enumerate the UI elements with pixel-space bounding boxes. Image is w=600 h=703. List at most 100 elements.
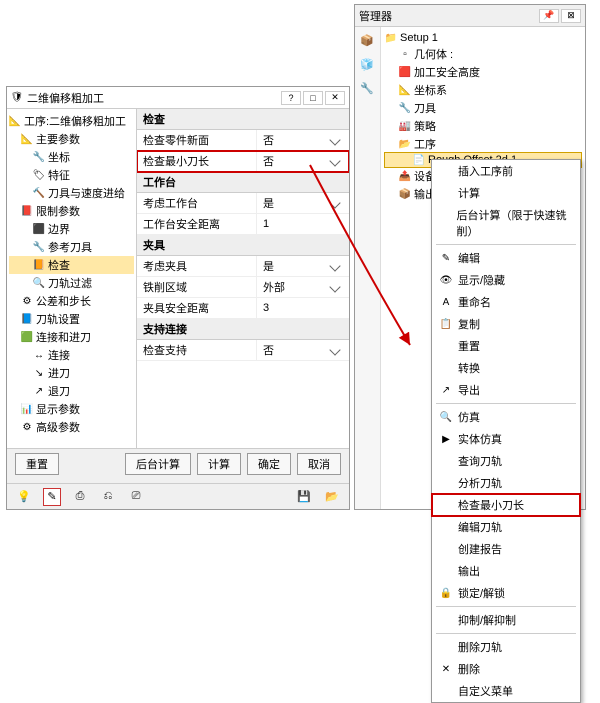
prop-value[interactable]: 外部 [257, 277, 349, 297]
menu-item[interactable]: 删除刀轨 [432, 636, 580, 658]
prop-row[interactable]: 考虑夹具是 [137, 256, 349, 277]
tool-icon-3[interactable]: ⎚ [127, 488, 145, 506]
tree-item[interactable]: 📕限制参数 [9, 202, 134, 220]
menu-item[interactable]: 检查最小刀长 [432, 494, 580, 516]
tree-item[interactable]: ↗退刀 [9, 382, 134, 400]
menu-item[interactable]: 👁显示/隐藏 [432, 269, 580, 291]
menu-item[interactable]: 转换 [432, 357, 580, 379]
chevron-down-icon[interactable] [329, 155, 340, 166]
chevron-down-icon[interactable] [329, 344, 340, 355]
menu-item[interactable]: 重置 [432, 335, 580, 357]
menu-item[interactable]: 分析刀轨 [432, 472, 580, 494]
menu-item[interactable]: 输出 [432, 560, 580, 582]
vtb-icon-3[interactable]: 🔧 [358, 79, 376, 97]
menu-item[interactable]: 查询刀轨 [432, 450, 580, 472]
min-button[interactable]: □ [303, 91, 323, 105]
mgr-tree-item[interactable]: 🏭策略 [385, 117, 581, 135]
menu-item[interactable]: ✕删除 [432, 658, 580, 680]
prop-row[interactable]: 铁削区域外部 [137, 277, 349, 298]
bulb-icon[interactable]: 💡 [15, 488, 33, 506]
menu-item[interactable]: ↗导出 [432, 379, 580, 401]
cancel-button[interactable]: 取消 [297, 453, 341, 475]
menu-item-label: 显示/隐藏 [458, 272, 505, 288]
prop-row[interactable]: 检查最小刀长否 [137, 151, 349, 172]
tree-item[interactable]: ↔连接 [9, 346, 134, 364]
tree-item[interactable]: 🔧坐标 [9, 148, 134, 166]
tree-item[interactable]: 📐主要参数 [9, 130, 134, 148]
menu-item[interactable]: 🔒锁定/解锁 [432, 582, 580, 604]
reset-button[interactable]: 重置 [15, 453, 59, 475]
prop-row[interactable]: 考虑工作台是 [137, 193, 349, 214]
manager-tree[interactable]: 📁Setup 1▫几何体 :🟥加工安全高度📐坐标系🔧刀具🏭策略📂工序📄Rough… [381, 27, 585, 509]
menu-item-label: 转换 [458, 360, 480, 376]
tree-item[interactable]: 🏷特征 [9, 166, 134, 184]
edit-icon[interactable]: ✎ [43, 488, 61, 506]
menu-item-label: 计算 [458, 185, 480, 201]
mgr-tree-item[interactable]: 🟥加工安全高度 [385, 63, 581, 81]
tree-item[interactable]: 📙检查 [9, 256, 134, 274]
tree-item[interactable]: 📘刀轨设置 [9, 310, 134, 328]
vtb-icon-1[interactable]: 📦 [358, 31, 376, 49]
tree-item[interactable]: 🔧参考刀具 [9, 238, 134, 256]
prop-value[interactable]: 是 [257, 193, 349, 213]
tree-item-icon: ↘ [33, 367, 45, 379]
mgr-tree-item[interactable]: 📁Setup 1 [385, 31, 581, 45]
tool-icon-2[interactable]: ⎌ [99, 488, 117, 506]
save-icon[interactable]: 💾 [295, 488, 313, 506]
tree-item[interactable]: 📊显示参数 [9, 400, 134, 418]
tree-item[interactable]: 🟩连接和进刀 [9, 328, 134, 346]
mgr-tree-item[interactable]: 📂工序 [385, 135, 581, 153]
menu-item[interactable]: 编辑刀轨 [432, 516, 580, 538]
menu-item[interactable]: ▶实体仿真 [432, 428, 580, 450]
prop-value[interactable]: 否 [257, 151, 349, 171]
tree-item-label: 显示参数 [36, 401, 80, 417]
bg-calc-button[interactable]: 后台计算 [125, 453, 191, 475]
menu-item-icon [440, 165, 452, 177]
mgr-tree-item[interactable]: ▫几何体 : [385, 45, 581, 63]
prop-row[interactable]: 夹具安全距离3 [137, 298, 349, 319]
mgr-tree-item[interactable]: 🔧刀具 [385, 99, 581, 117]
menu-item[interactable]: 🔍仿真 [432, 406, 580, 428]
menu-item[interactable]: 抑制/解抑制 [432, 609, 580, 631]
chevron-down-icon[interactable] [329, 197, 340, 208]
tree-item[interactable]: ⚙公差和步长 [9, 292, 134, 310]
prop-value[interactable]: 否 [257, 130, 349, 150]
chevron-down-icon[interactable] [329, 281, 340, 292]
chevron-down-icon[interactable] [329, 134, 340, 145]
menu-item[interactable]: 创建报告 [432, 538, 580, 560]
prop-value[interactable]: 3 [257, 298, 349, 318]
tree-item[interactable]: 🔍刀轨过滤 [9, 274, 134, 292]
ok-button[interactable]: 确定 [247, 453, 291, 475]
open-icon[interactable]: 📂 [323, 488, 341, 506]
chevron-down-icon[interactable] [329, 260, 340, 271]
menu-item-label: 重置 [458, 338, 480, 354]
prop-value[interactable]: 是 [257, 256, 349, 276]
mgr-tree-label: 工序 [414, 136, 436, 152]
close-button[interactable]: ✕ [325, 91, 345, 105]
calc-button[interactable]: 计算 [197, 453, 241, 475]
prop-row[interactable]: 检查零件新面否 [137, 130, 349, 151]
mgr-tree-item[interactable]: 📐坐标系 [385, 81, 581, 99]
menu-item[interactable]: 自定义菜单 [432, 680, 580, 702]
prop-row[interactable]: 工作台安全距离1 [137, 214, 349, 235]
prop-row[interactable]: 检查支持否 [137, 340, 349, 361]
prop-value[interactable]: 否 [257, 340, 349, 360]
tree-item[interactable]: ↘进刀 [9, 364, 134, 382]
tree-item[interactable]: ⚙高级参数 [9, 418, 134, 436]
help-button[interactable]: ? [281, 91, 301, 105]
menu-item[interactable]: 插入工序前 [432, 160, 580, 182]
menu-item[interactable]: A重命名 [432, 291, 580, 313]
prop-value[interactable]: 1 [257, 214, 349, 234]
tree-root[interactable]: 📐工序:二维偏移粗加工 [9, 112, 134, 130]
menu-item[interactable]: ✎编辑 [432, 247, 580, 269]
menu-item[interactable]: 后台计算（限于快速铣削） [432, 204, 580, 242]
dialog-tree[interactable]: 📐工序:二维偏移粗加工 📐主要参数🔧坐标🏷特征🔨刀具与速度进给📕限制参数⬛边界🔧… [7, 109, 137, 467]
tool-icon-1[interactable]: ⎙ [71, 488, 89, 506]
vtb-icon-2[interactable]: 🧊 [358, 55, 376, 73]
pin-icon[interactable]: 📌 [539, 9, 559, 23]
tree-item[interactable]: ⬛边界 [9, 220, 134, 238]
menu-item[interactable]: 计算 [432, 182, 580, 204]
tree-item[interactable]: 🔨刀具与速度进给 [9, 184, 134, 202]
mgr-close-button[interactable]: ⊠ [561, 9, 581, 23]
menu-item[interactable]: 📋复制 [432, 313, 580, 335]
